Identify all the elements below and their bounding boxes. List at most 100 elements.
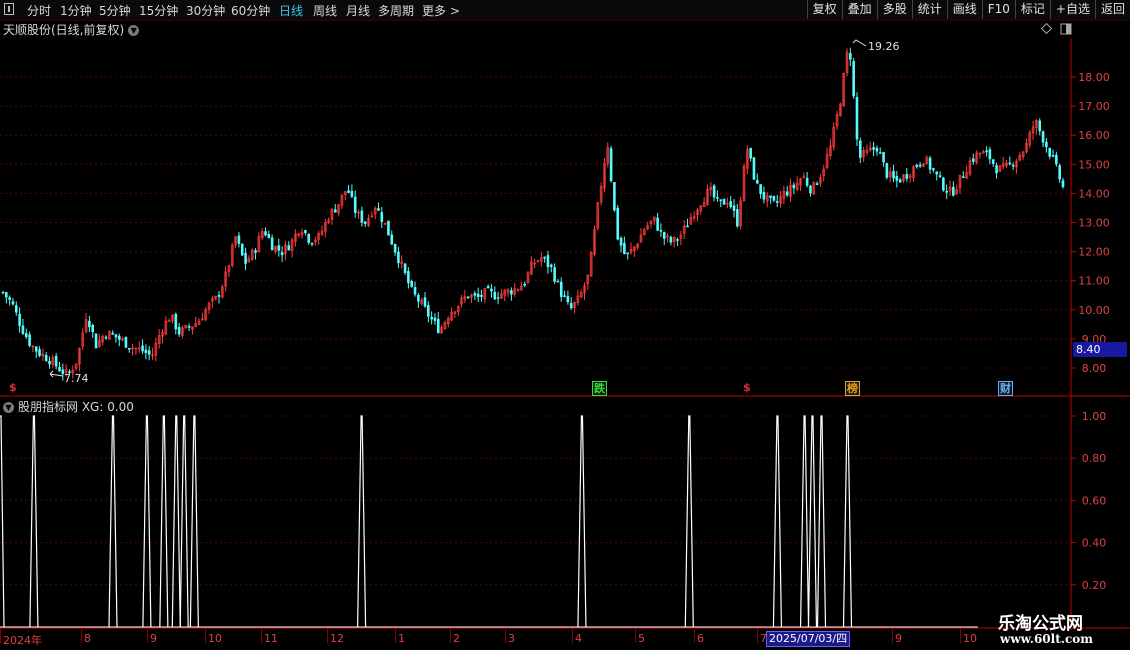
time-tick-line [757,629,758,643]
price-tick: 16.00 [1078,129,1110,142]
candle-body [267,233,271,239]
candle-body [304,230,307,233]
candle-body [905,174,909,179]
time-tick-line [694,629,695,643]
price-tick: 14.00 [1078,187,1110,200]
candle-body [719,199,723,201]
candle-body [14,305,18,313]
candle-body [118,335,121,340]
candle-body [48,360,51,365]
candle-body [712,185,716,198]
candle-body [1061,180,1065,188]
watermark-url: www.60lt.com [1000,632,1093,646]
candle-body [872,147,875,150]
candle-body [556,280,560,283]
time-tick: 8 [84,632,91,645]
candle-body [403,263,407,273]
candle-body [174,313,178,330]
candle-body [5,292,8,298]
candle-body [809,185,812,194]
candle-body [938,175,942,177]
candle-body [755,180,759,184]
candle-body [38,349,41,356]
candle-body [985,150,988,153]
candle-body [393,243,397,253]
indicator-title: ▼ 股朋指标网 XG: 0.00 [3,398,134,415]
candle-body [772,196,776,201]
candle-body [44,354,48,362]
chart-corner-icons[interactable] [1040,22,1072,35]
event-marker-1[interactable]: 跌 [592,381,607,396]
candle-body [523,283,526,286]
candle-body [928,157,932,170]
candle-body [410,280,414,287]
signal-spike [577,415,587,628]
time-tick: 2024年 [3,634,42,647]
candle-body [187,326,191,328]
candle-body [559,281,563,297]
price-tick: 10.00 [1078,304,1110,317]
signal-spike [189,415,199,628]
time-tick-line [960,629,961,643]
time-tick-line [81,629,82,643]
time-tick: 10 [963,632,977,645]
time-tick-line [572,629,573,643]
event-marker-2[interactable]: $ [743,381,751,394]
candle-body [1038,120,1042,132]
candle-body [307,233,311,243]
signal-spike [0,415,5,628]
low-marker [49,370,64,378]
candle-body [8,297,11,301]
signal-spike [799,415,810,628]
signal-spike [842,415,853,628]
candle-body [496,297,500,299]
indicator-tick: 0.80 [1082,452,1107,465]
candle-body [656,217,659,231]
candle-body [932,168,935,171]
candle-body [360,210,364,223]
candle-body [104,336,108,339]
candle-body [1045,141,1048,148]
candle-body [995,165,998,174]
candle-body [333,209,337,213]
candle-body [1011,164,1015,167]
candle-body [54,356,58,367]
event-marker-0[interactable]: $ [9,381,17,394]
kline-chart[interactable]: 18.0017.0016.0015.0014.0013.0012.0011.00… [0,0,1130,650]
candle-body [616,207,620,240]
candle-body [280,252,284,256]
candle-body [427,305,430,317]
candle-body [942,177,945,191]
time-tick: 2 [453,632,460,645]
event-marker-4[interactable]: 财 [998,381,1013,396]
candle-body [543,256,546,259]
candle-body [254,250,257,253]
signal-spike [159,415,169,628]
candle-body [659,230,663,232]
candle-body [141,345,144,352]
candle-body [24,333,28,338]
time-tick-line [450,629,451,643]
candle-body [510,290,513,295]
candle-body [476,293,480,298]
signal-spike [807,415,818,628]
candle-body [626,252,630,255]
time-tick: 9 [150,632,157,645]
candle-body [769,195,772,198]
price-tick: 11.00 [1078,275,1110,288]
candle-body [473,293,477,296]
candle-body [918,164,922,167]
candle-body [736,209,739,227]
candle-body [549,264,553,268]
time-tick-line [147,629,148,643]
price-tick: 17.00 [1078,100,1110,113]
time-tick: 4 [575,632,582,645]
time-tick: 12 [330,632,344,645]
collapse-icon[interactable]: ▼ [3,402,14,413]
time-tick-line [327,629,328,643]
candle-body [563,295,566,297]
candle-body [915,164,919,167]
time-tick: 11 [264,632,278,645]
candle-body [347,190,350,193]
event-marker-3[interactable]: 榜 [845,381,860,396]
